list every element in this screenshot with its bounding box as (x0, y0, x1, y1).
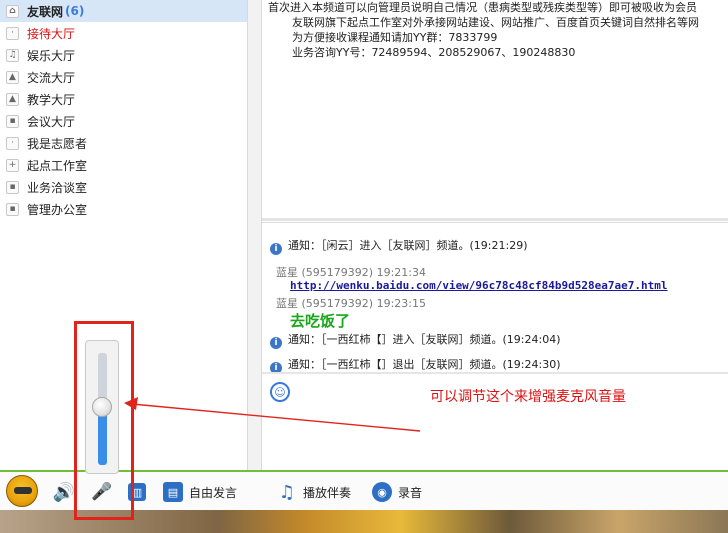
annotation-text: 可以调节这个来增强麦克风音量 (430, 389, 626, 405)
play-accompaniment-button[interactable]: ♫ 播放伴奏 (277, 481, 351, 503)
lock-icon: ▪ (6, 202, 19, 216)
message-time: 19:23:15 (376, 297, 426, 310)
microphone-button[interactable]: 🎤 (91, 481, 118, 503)
sidebar-item-reception[interactable]: · 接待大厅 (0, 22, 247, 44)
mic-volume-thumb[interactable] (92, 396, 112, 417)
sidebar-item-volunteer[interactable]: · 我是志愿者 (0, 132, 247, 154)
info-icon: i (270, 337, 282, 349)
message-time: 19:21:34 (376, 266, 426, 279)
sidebar-item-label: 管理办公室 (27, 202, 88, 217)
pane-splitter[interactable] (248, 0, 262, 470)
music-icon: ♫ (6, 48, 19, 62)
sidebar-item-admin-office[interactable]: ▪ 管理办公室 (0, 198, 247, 220)
lock-icon: ▪ (6, 114, 19, 128)
free-speech-button[interactable]: ▤ 自由发言 (163, 481, 237, 503)
info-icon: i (270, 243, 282, 255)
dot-icon: · (6, 26, 19, 40)
chat-log: i 通知：［闲云］进入［友联网］频道。(19:21:29) 蓝星 (5951793… (262, 222, 728, 374)
sender-id: (595179392) (301, 297, 374, 310)
sidebar-item-label: 我是志愿者 (27, 136, 88, 151)
plus-icon: + (6, 158, 19, 172)
message-body: http://wenku.baidu.com/view/96c78c48cf84… (290, 279, 668, 292)
member-count: (6) (65, 4, 85, 18)
sidebar-item-label: 会议大厅 (27, 114, 76, 129)
notice-line: 首次进入本频道可以向管理员说明自己情况（患病类型或残疾类型等）即可被吸收为会员 (268, 1, 697, 14)
sidebar-item-label: 友联网 (27, 4, 64, 19)
speaker-button[interactable]: 🔊 (52, 481, 80, 503)
system-notice: i 通知：［一西红柿【］进入［友联网］频道。(19:24:04) (270, 331, 561, 349)
sender-name[interactable]: 蓝星 (276, 297, 298, 310)
home-icon: ⌂ (6, 4, 19, 18)
microphone-icon: 🎤 (91, 482, 113, 502)
record-button[interactable]: ◉ 录音 (372, 481, 422, 503)
avatar[interactable] (6, 475, 38, 507)
sidebar-item-teaching[interactable]: ▲ 教学大厅 (0, 88, 247, 110)
cap-icon: ▲ (6, 92, 19, 106)
free-speech-icon: ▤ (163, 482, 183, 502)
sidebar-item-youlianwang[interactable]: ⌂ 友联网 (6) (0, 0, 247, 22)
sidebar-item-meeting[interactable]: ▪ 会议大厅 (0, 110, 247, 132)
lock-icon: ▪ (6, 180, 19, 194)
play-accompaniment-label: 播放伴奏 (303, 485, 352, 500)
message-header: 蓝星 (595179392) 19:23:15 (276, 295, 426, 311)
channel-notice: 首次进入本频道可以向管理员说明自己情况（患病类型或残疾类型等）即可被吸收为会员 … (262, 0, 728, 220)
sidebar-item-label: 交流大厅 (27, 70, 76, 85)
sender-name[interactable]: 蓝星 (276, 266, 298, 279)
notice-line: 为方便接收课程通知请加YY群：7833799 (292, 31, 498, 44)
notice-scrollbar[interactable] (262, 218, 728, 221)
mic-settings-button[interactable]: ▥ (128, 481, 152, 503)
record-label: 录音 (398, 485, 423, 500)
sidebar-item-business[interactable]: ▪ 业务洽谈室 (0, 176, 247, 198)
notice-text: 通知：［一西红柿【］退出［友联网］频道。(19:24:30) (288, 358, 561, 371)
free-speech-label: 自由发言 (189, 485, 238, 500)
mic-volume-slider-popup (85, 340, 119, 474)
sender-id: (595179392) (301, 266, 374, 279)
record-icon: ◉ (372, 482, 392, 502)
emoji-icon[interactable]: ☺ (270, 382, 290, 402)
sidebar-item-label: 接待大厅 (27, 26, 76, 41)
channel-sidebar: ⌂ 友联网 (6) · 接待大厅 ♫ 娱乐大厅 ▲ 交流大厅 ▲ 教学大厅 ▪ … (0, 0, 248, 470)
sidebar-item-label: 娱乐大厅 (27, 48, 76, 63)
notice-text: 通知：［一西红柿【］进入［友联网］频道。(19:24:04) (288, 333, 561, 346)
sidebar-item-label: 起点工作室 (27, 158, 88, 173)
sidebar-item-label: 教学大厅 (27, 92, 76, 107)
music-note-icon: ♫ (278, 481, 296, 503)
message-link[interactable]: http://wenku.baidu.com/view/96c78c48cf84… (290, 279, 668, 292)
cap-icon: ▲ (6, 70, 19, 84)
sidebar-item-entertainment[interactable]: ♫ 娱乐大厅 (0, 44, 247, 66)
sidebar-item-label: 业务洽谈室 (27, 180, 88, 195)
bottom-toolbar: 🔊 🎤 ▥ ▤ 自由发言 ♫ 播放伴奏 ◉ 录音 (0, 470, 728, 510)
sidebar-item-studio[interactable]: + 起点工作室 (0, 154, 247, 176)
message-body: 去吃饭了 (290, 310, 350, 331)
notice-line: 友联网旗下起点工作室对外承接网站建设、网站推广、百度首页关键词自然排名等网 (292, 16, 699, 29)
mic-settings-icon: ▥ (128, 483, 146, 501)
message-header: 蓝星 (595179392) 19:21:34 (276, 264, 426, 280)
message-text: 去吃饭了 (290, 312, 351, 330)
notice-text: 通知：［闲云］进入［友联网］频道。(19:21:29) (288, 239, 528, 252)
background-image-strip (0, 510, 728, 533)
speaker-icon: 🔊 (52, 481, 76, 503)
system-notice: i 通知：［闲云］进入［友联网］频道。(19:21:29) (270, 237, 528, 255)
notice-line: 业务咨询YY号：72489594、208529067、190248830 (292, 46, 576, 59)
dot-icon: · (6, 136, 19, 150)
sidebar-item-exchange[interactable]: ▲ 交流大厅 (0, 66, 247, 88)
